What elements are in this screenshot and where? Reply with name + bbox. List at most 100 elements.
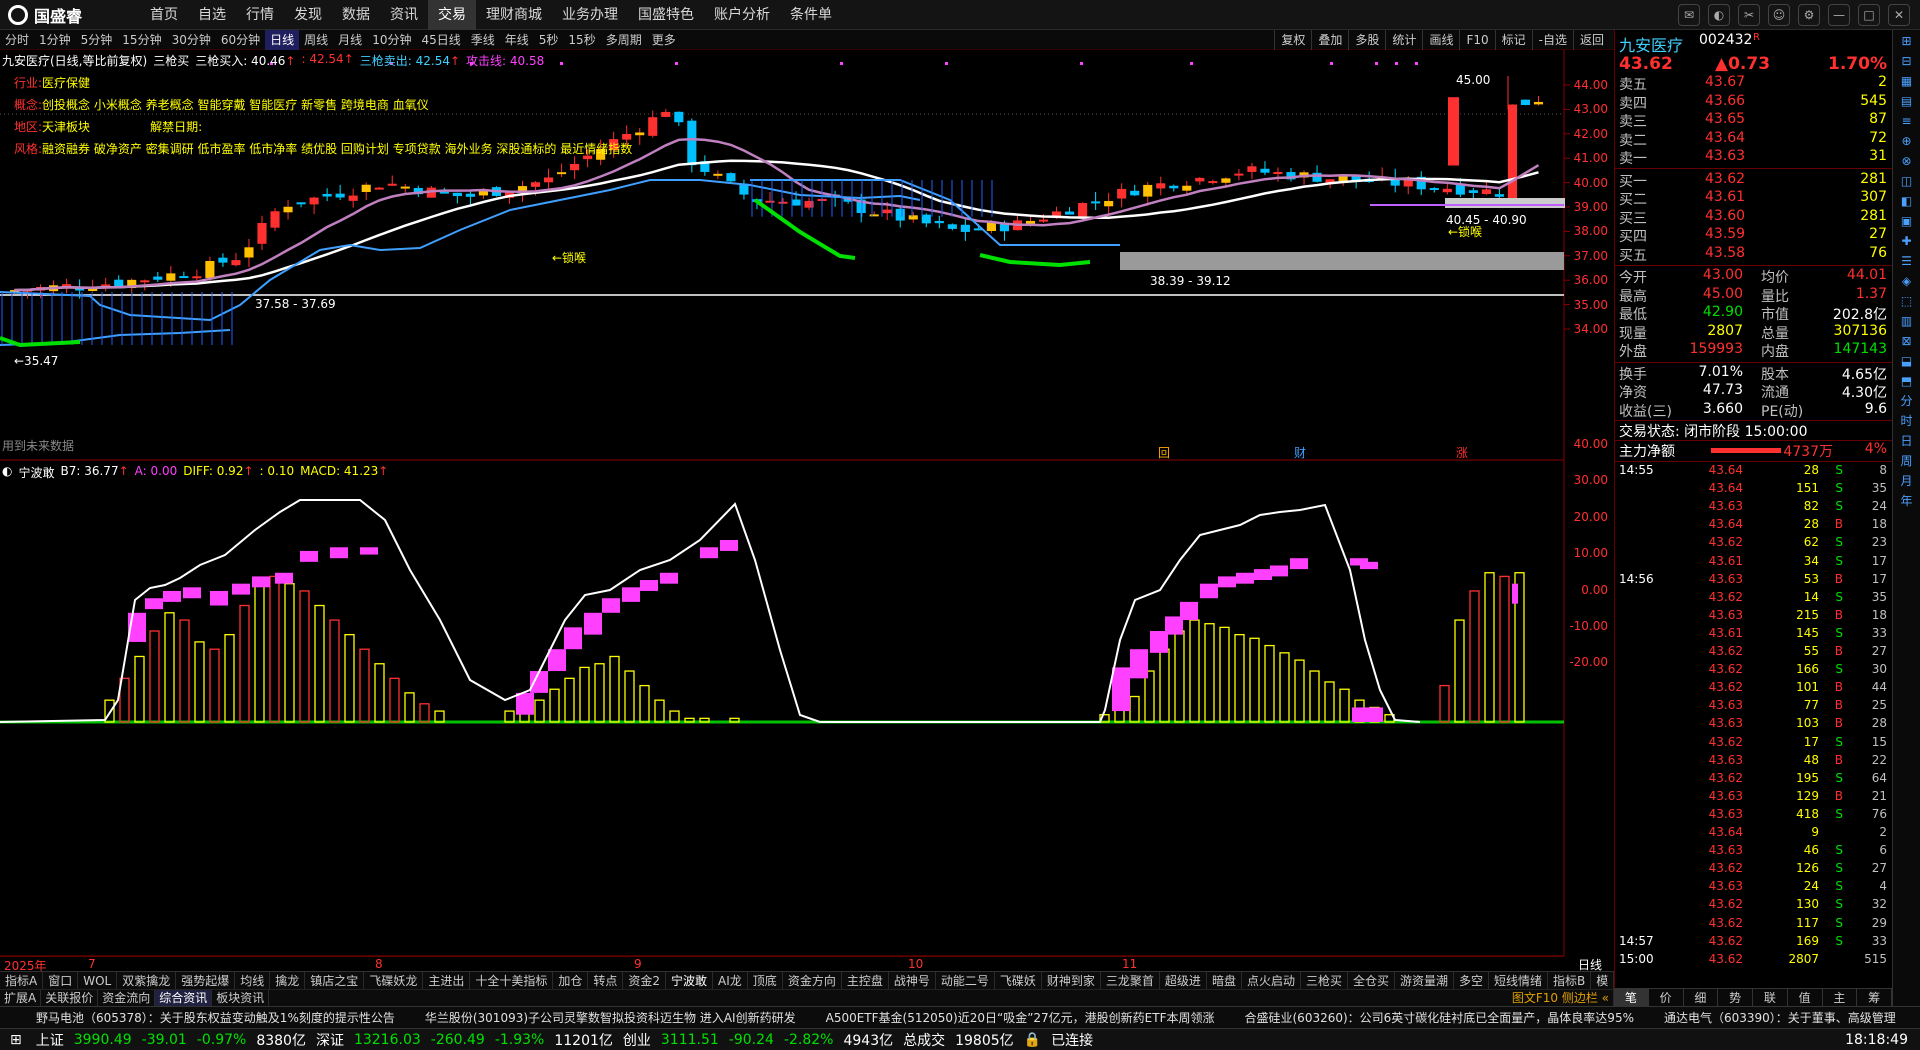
quote-tab-5[interactable]: 值 [1788,989,1823,1006]
indicator-tab-13[interactable]: 资金2 [623,972,667,989]
nav-tab-1[interactable]: 自选 [188,0,236,30]
indicator-tab-3[interactable]: 双紫擒龙 [117,972,177,989]
indicator-tab-19[interactable]: 战神号 [889,972,936,989]
sidebar-toggle[interactable]: 图文F10 侧边栏 « [1508,990,1614,1006]
indicator-tab-33[interactable]: 模 [1591,972,1615,989]
indicator-tab-23[interactable]: 三龙聚首 [1101,972,1160,989]
sub-tab-0[interactable]: 扩展A [0,990,42,1006]
user-icon[interactable]: ☺ [1768,4,1790,26]
minimize-icon[interactable]: — [1828,4,1850,26]
strip-tool-icon[interactable]: ◫ [1896,172,1918,190]
indicator-tab-29[interactable]: 游资量潮 [1395,972,1455,989]
period-tab-11[interactable]: 季线 [466,30,500,50]
strip-tool-icon[interactable]: ⊕ [1896,132,1918,150]
close-icon[interactable]: ✕ [1888,4,1910,26]
nav-tab-11[interactable]: 条件单 [780,0,842,30]
indicator-tab-30[interactable]: 多空 [1454,972,1490,989]
nav-tab-8[interactable]: 业务办理 [552,0,628,30]
lock-icon[interactable]: 🔒 [1024,1032,1041,1048]
indicator-tab-22[interactable]: 财神到家 [1042,972,1101,989]
indicator-tab-1[interactable]: 窗口 [43,972,79,989]
period-tool-7[interactable]: -自选 [1531,30,1573,50]
period-tool-0[interactable]: 复权 [1274,30,1311,50]
strip-tool-icon[interactable]: ◈ [1896,272,1918,290]
quote-tab-1[interactable]: 价 [1649,989,1684,1006]
tools-icon[interactable]: ✂ [1738,4,1760,26]
indicator-tab-27[interactable]: 三枪买 [1301,972,1348,989]
period-tab-10[interactable]: 45日线 [416,30,465,50]
indicator-tab-16[interactable]: 顶底 [748,972,783,989]
quote-tab-7[interactable]: 筹 [1857,989,1892,1006]
period-tool-4[interactable]: 画线 [1422,30,1459,50]
indicator-tab-7[interactable]: 镇店之宝 [305,972,365,989]
period-day-button[interactable]: 日线 [1566,956,1614,972]
quote-tab-4[interactable]: 联 [1753,989,1788,1006]
strip-tool-icon[interactable]: ⬚ [1896,292,1918,310]
period-tab-13[interactable]: 5秒 [534,30,564,50]
indicator-tab-2[interactable]: WOL [78,972,118,989]
indicator-tab-24[interactable]: 超级进 [1160,972,1207,989]
strip-tool-icon[interactable]: ⊞ [1896,32,1918,50]
strip-period-5[interactable]: 年 [1896,492,1918,510]
sub-tab-1[interactable]: 关联报价 [41,990,99,1006]
news-item[interactable]: 通达电气（603390）：关于董事、高级管理 [1664,1007,1896,1028]
indicator-tab-17[interactable]: 资金方向 [783,972,842,989]
strip-tool-icon[interactable]: ⊗ [1896,152,1918,170]
period-tool-6[interactable]: 标记 [1494,30,1532,50]
strip-tool-icon[interactable]: ✚ [1896,232,1918,250]
quote-tab-2[interactable]: 细 [1684,989,1719,1006]
strip-period-0[interactable]: 分 [1896,392,1918,410]
strip-period-3[interactable]: 周 [1896,452,1918,470]
indicator-tab-11[interactable]: 加仓 [553,972,589,989]
indicator-tab-6[interactable]: 擒龙 [270,972,306,989]
indicator-tab-18[interactable]: 主控盘 [842,972,889,989]
strip-period-1[interactable]: 时 [1896,412,1918,430]
quote-tab-3[interactable]: 势 [1718,989,1753,1006]
nav-tab-2[interactable]: 行情 [236,0,284,30]
strip-tool-icon[interactable]: ▣ [1896,212,1918,230]
period-tab-14[interactable]: 15秒 [563,30,600,50]
indicator-tab-31[interactable]: 短线情绪 [1489,972,1549,989]
strip-tool-icon[interactable]: ⊟ [1896,52,1918,70]
strip-period-2[interactable]: 日 [1896,432,1918,450]
windows-icon[interactable]: ⊞ [10,1032,22,1048]
period-tab-12[interactable]: 年线 [500,30,534,50]
period-tab-1[interactable]: 1分钟 [34,30,76,50]
indicator-tab-12[interactable]: 转点 [588,972,624,989]
period-tool-1[interactable]: 叠加 [1311,30,1348,50]
maximize-icon[interactable]: □ [1858,4,1880,26]
nav-tab-7[interactable]: 理财商城 [476,0,552,30]
strip-tool-icon[interactable]: ☰ [1896,252,1918,270]
indicator-tab-4[interactable]: 强势起爆 [176,972,236,989]
strip-tool-icon[interactable]: ◧ [1896,192,1918,210]
quote-tab-0[interactable]: 笔 [1614,989,1649,1006]
period-tab-16[interactable]: 更多 [647,30,681,50]
indicator-tab-0[interactable]: 指标A [0,972,44,989]
news-item[interactable]: A500ETF基金(512050)近20日“吸金”27亿元，港股创新药ETF本周… [826,1007,1215,1028]
indicator-tab-20[interactable]: 动能二号 [936,972,995,989]
strip-tool-icon[interactable]: ⬓ [1896,352,1918,370]
period-tab-15[interactable]: 多周期 [601,30,647,50]
strip-tool-icon[interactable]: ▦ [1896,72,1918,90]
period-tab-2[interactable]: 5分钟 [76,30,118,50]
period-tab-0[interactable]: 分时 [0,30,34,50]
period-tool-3[interactable]: 统计 [1385,30,1422,50]
strip-tool-icon[interactable]: ≡ [1896,112,1918,130]
indicator-tab-10[interactable]: 十全十美指标 [470,972,554,989]
indicator-tab-26[interactable]: 点火启动 [1242,972,1301,989]
indicator-tab-21[interactable]: 飞碟妖 [995,972,1042,989]
nav-tab-3[interactable]: 发现 [284,0,332,30]
indicator-tab-8[interactable]: 飞碟妖龙 [364,972,424,989]
period-tab-8[interactable]: 月线 [333,30,367,50]
period-tab-3[interactable]: 15分钟 [117,30,166,50]
period-tool-8[interactable]: 返回 [1572,30,1610,50]
news-item[interactable]: 合盛硅业(603260)：公司6英寸碳化硅衬底已全面量产，晶体良率达95% [1245,1007,1634,1028]
nav-tab-9[interactable]: 国盛特色 [628,0,704,30]
news-item[interactable]: 野马电池（605378）：关于股东权益变动触及1%刻度的提示性公告 [36,1007,395,1028]
collapse-icon[interactable]: ◐ [2,464,12,481]
indicator-tab-25[interactable]: 暗盘 [1207,972,1242,989]
period-tool-2[interactable]: 多股 [1348,30,1385,50]
sub-tab-4[interactable]: 板块资讯 [212,990,270,1006]
sub-tab-2[interactable]: 资金流向 [98,990,156,1006]
quote-tab-6[interactable]: 主 [1823,989,1858,1006]
